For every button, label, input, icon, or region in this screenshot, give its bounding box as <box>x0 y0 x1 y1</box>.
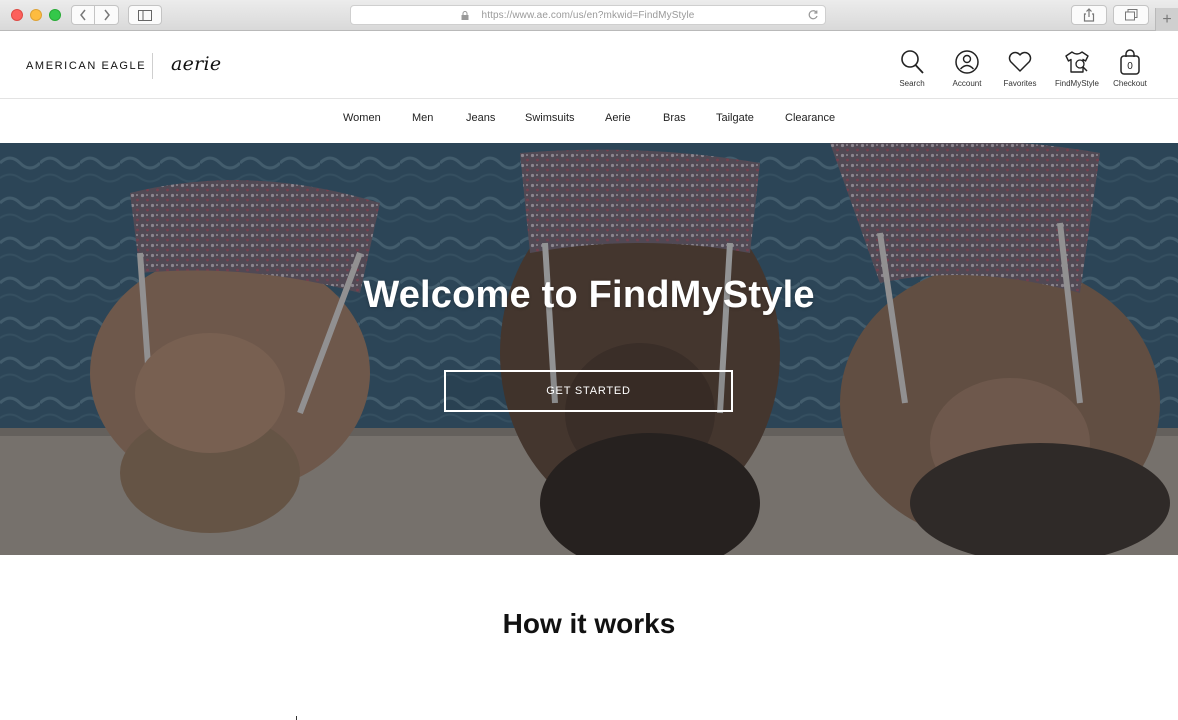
heart-icon <box>1008 51 1032 72</box>
search-button[interactable]: Search <box>884 49 940 88</box>
shirt-icon <box>1065 51 1089 73</box>
back-button[interactable] <box>71 5 95 25</box>
account-label: Account <box>952 79 982 88</box>
chevron-right-icon <box>103 9 110 21</box>
zoom-window-button[interactable] <box>49 9 61 21</box>
how-it-works-heading: How it works <box>502 608 676 639</box>
aerie-logo[interactable]: aerie <box>171 53 221 75</box>
new-tab-button[interactable]: + <box>1155 8 1178 31</box>
account-button[interactable]: Account <box>939 49 995 88</box>
nav-item-women[interactable]: Women <box>343 112 381 124</box>
hero-photo <box>0 143 1178 555</box>
main-nav: Women Men Jeans Swimsuits Aerie Bras Tai… <box>0 99 1178 143</box>
american-eagle-logo[interactable]: AMERICAN EAGLE <box>26 60 146 72</box>
plus-icon: + <box>1162 10 1172 28</box>
lock-icon <box>461 11 469 20</box>
favorites-label: Favorites <box>1003 79 1037 88</box>
get-started-button[interactable]: GET STARTED <box>444 370 733 412</box>
share-icon <box>1083 8 1095 22</box>
reload-icon[interactable] <box>807 9 819 21</box>
hero-title: Welcome to FindMyStyle <box>363 274 815 316</box>
text-cursor <box>296 716 297 720</box>
checkout-button[interactable]: 0 Checkout <box>1102 49 1158 88</box>
minimize-window-button[interactable] <box>30 9 42 21</box>
favorites-button[interactable]: Favorites <box>992 49 1048 88</box>
bag-icon: 0 <box>1120 49 1140 75</box>
search-icon <box>901 50 924 74</box>
nav-item-clearance[interactable]: Clearance <box>785 112 835 124</box>
findmystyle-label: FindMyStyle <box>1054 79 1099 88</box>
sidebar-toggle-button[interactable] <box>128 5 162 25</box>
sidebar-icon <box>138 9 152 21</box>
account-icon <box>955 50 979 74</box>
nav-item-jeans[interactable]: Jeans <box>466 112 495 124</box>
url-text: https://www.ae.com/us/en?mkwid=FindMySty… <box>481 9 695 21</box>
findmystyle-button[interactable]: FindMyStyle <box>1049 49 1105 88</box>
nav-item-men[interactable]: Men <box>412 112 433 124</box>
cart-count: 0 <box>1127 61 1133 72</box>
address-bar[interactable]: https://www.ae.com/us/en?mkwid=FindMySty… <box>350 5 826 25</box>
logo-divider <box>152 53 153 79</box>
tabs-icon <box>1124 9 1137 21</box>
nav-item-tailgate[interactable]: Tailgate <box>716 112 754 124</box>
search-label: Search <box>899 79 925 88</box>
forward-button[interactable] <box>95 5 119 25</box>
browser-toolbar: https://www.ae.com/us/en?mkwid=FindMySty… <box>0 0 1178 31</box>
nav-item-swimsuits[interactable]: Swimsuits <box>525 112 575 124</box>
close-window-button[interactable] <box>11 9 23 21</box>
nav-item-aerie[interactable]: Aerie <box>605 112 631 124</box>
hero-banner: Welcome to FindMyStyle GET STARTED <box>0 143 1178 555</box>
checkout-label: Checkout <box>1113 79 1147 88</box>
chevron-left-icon <box>80 9 86 21</box>
site-header: AMERICAN EAGLE aerie Search Account Favo… <box>0 31 1178 99</box>
nav-item-bras[interactable]: Bras <box>663 112 686 124</box>
share-button[interactable] <box>1071 5 1107 25</box>
show-tabs-button[interactable] <box>1113 5 1149 25</box>
